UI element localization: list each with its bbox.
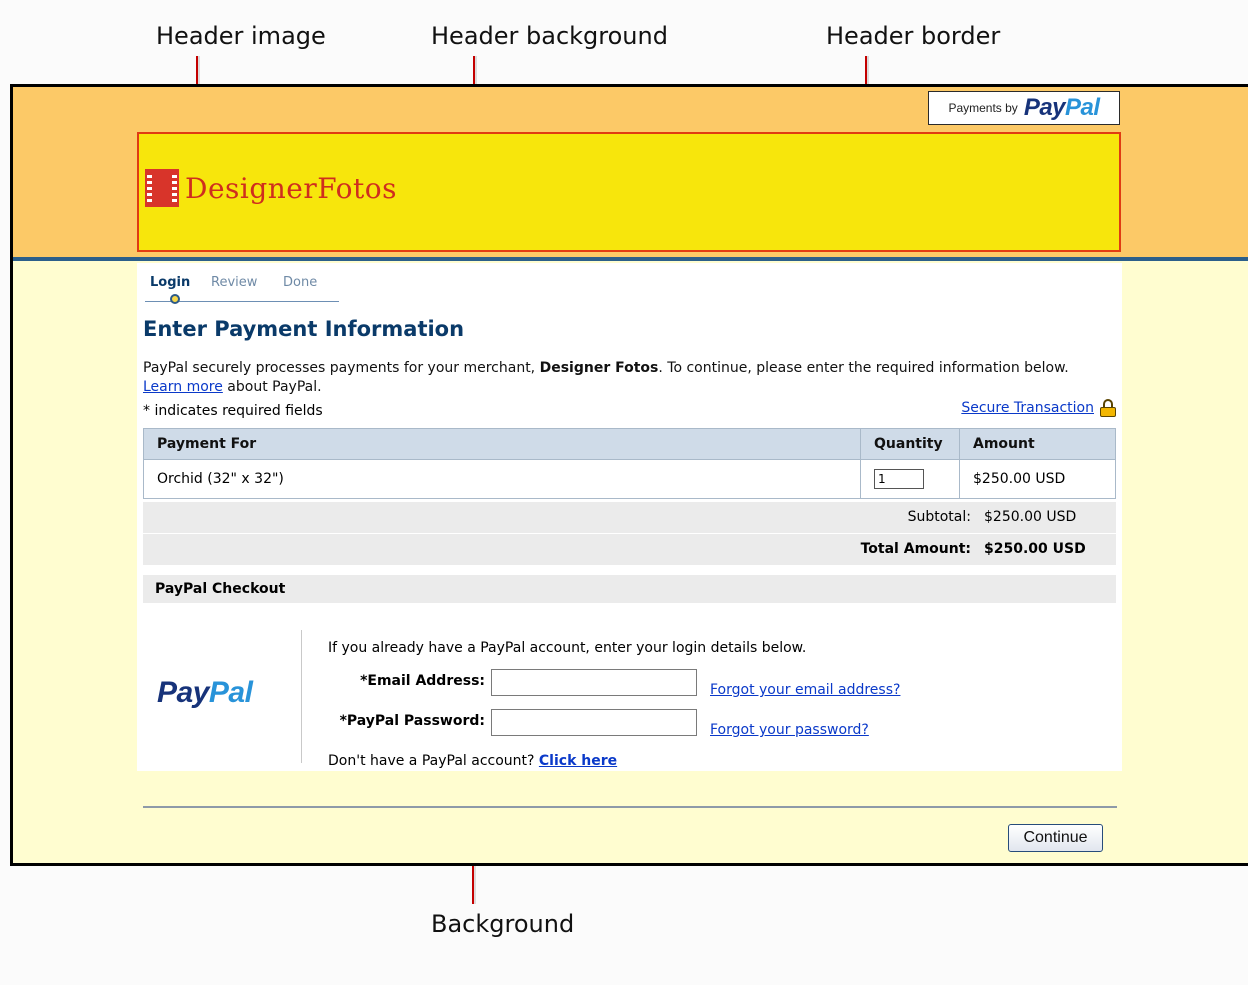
intro-text: PayPal securely processes payments for y…: [143, 359, 1083, 397]
no-account-text: Don't have a PayPal account? Click here: [328, 753, 617, 769]
subtotal-value: $250.00 USD: [984, 509, 1077, 525]
table-header-row: Payment For Quantity Amount: [143, 428, 1116, 460]
quantity-input[interactable]: [874, 469, 924, 489]
paypal-logo-pal: Pal: [1065, 94, 1100, 121]
header-image-area: DesignerFotos: [137, 132, 1121, 252]
step-review: Review: [211, 275, 258, 290]
callout-header-image: Header image: [156, 22, 326, 50]
subtotal-row: Subtotal: $250.00 USD: [143, 502, 1116, 533]
click-here-link[interactable]: Click here: [539, 753, 617, 769]
step-login: Login: [150, 275, 191, 290]
paypal-logo-pay-large: Pay: [157, 676, 209, 709]
quantity-cell: [860, 459, 960, 499]
forgot-password-link[interactable]: Forgot your password?: [710, 722, 869, 738]
lock-body: [1100, 407, 1116, 417]
merchant-logo: DesignerFotos: [145, 169, 397, 207]
payments-by-paypal-badge: Payments by PayPal: [928, 91, 1120, 125]
header-background: Payments by PayPal DesignerFotos: [13, 87, 1248, 261]
learn-more-link[interactable]: Learn more: [143, 379, 223, 395]
paypal-logo-small: PayPal: [1024, 94, 1100, 122]
paypal-checkout-header: PayPal Checkout: [143, 575, 1116, 603]
item-name: Orchid (32" x 32"): [143, 459, 861, 499]
paypal-logo-pay: Pay: [1023, 94, 1066, 121]
login-intro-text: If you already have a PayPal account, en…: [328, 640, 807, 656]
password-label: *PayPal Password:: [339, 713, 485, 729]
email-field[interactable]: [491, 669, 697, 696]
col-amount: Amount: [959, 428, 1116, 460]
progress-steps: Login Review Done: [145, 275, 339, 304]
total-value: $250.00 USD: [984, 541, 1086, 557]
secure-transaction: Secure Transaction: [961, 399, 1116, 417]
page-title: Enter Payment Information: [143, 317, 465, 341]
content-panel: Login Review Done Enter Payment Informat…: [137, 263, 1122, 771]
item-amount: $250.00 USD: [959, 459, 1116, 499]
intro-part-3: about PayPal.: [222, 379, 322, 395]
intro-part-1: PayPal securely processes payments for y…: [143, 360, 540, 376]
step-done: Done: [283, 275, 318, 290]
total-label: Total Amount:: [860, 541, 971, 557]
no-account-label: Don't have a PayPal account?: [328, 753, 535, 769]
intro-part-2: . To continue, please enter the required…: [658, 360, 1069, 376]
email-label: *Email Address:: [360, 673, 485, 689]
footer-divider: [143, 806, 1117, 808]
intro-merchant-name: Designer Fotos: [539, 360, 659, 376]
password-field[interactable]: [491, 709, 697, 736]
payments-by-label: Payments by: [948, 101, 1018, 115]
callout-header-border: Header border: [826, 22, 1001, 50]
forgot-email-link[interactable]: Forgot your email address?: [710, 682, 900, 698]
col-quantity: Quantity: [860, 428, 960, 460]
film-strip-icon: [145, 169, 179, 207]
col-payment-for: Payment For: [143, 428, 861, 460]
payment-table: Payment For Quantity Amount Orchid (32" …: [143, 428, 1116, 499]
callout-background: Background: [431, 910, 575, 938]
continue-button[interactable]: Continue: [1008, 824, 1103, 852]
paypal-logo-pal-large: Pal: [208, 676, 253, 709]
total-row: Total Amount: $250.00 USD: [143, 534, 1116, 565]
vertical-divider: [301, 630, 302, 763]
callout-header-background: Header background: [431, 22, 668, 50]
lock-icon: [1100, 399, 1116, 417]
subtotal-label: Subtotal:: [907, 509, 971, 525]
secure-transaction-link[interactable]: Secure Transaction: [961, 400, 1094, 416]
paypal-logo: PayPal: [157, 676, 253, 710]
required-fields-note: * indicates required fields: [143, 403, 323, 419]
table-row: Orchid (32" x 32") $250.00 USD: [143, 459, 1116, 499]
checkout-frame: Payments by PayPal DesignerFotos Login R…: [10, 84, 1248, 866]
merchant-logo-text: DesignerFotos: [185, 171, 397, 205]
current-step-indicator: [170, 294, 180, 304]
